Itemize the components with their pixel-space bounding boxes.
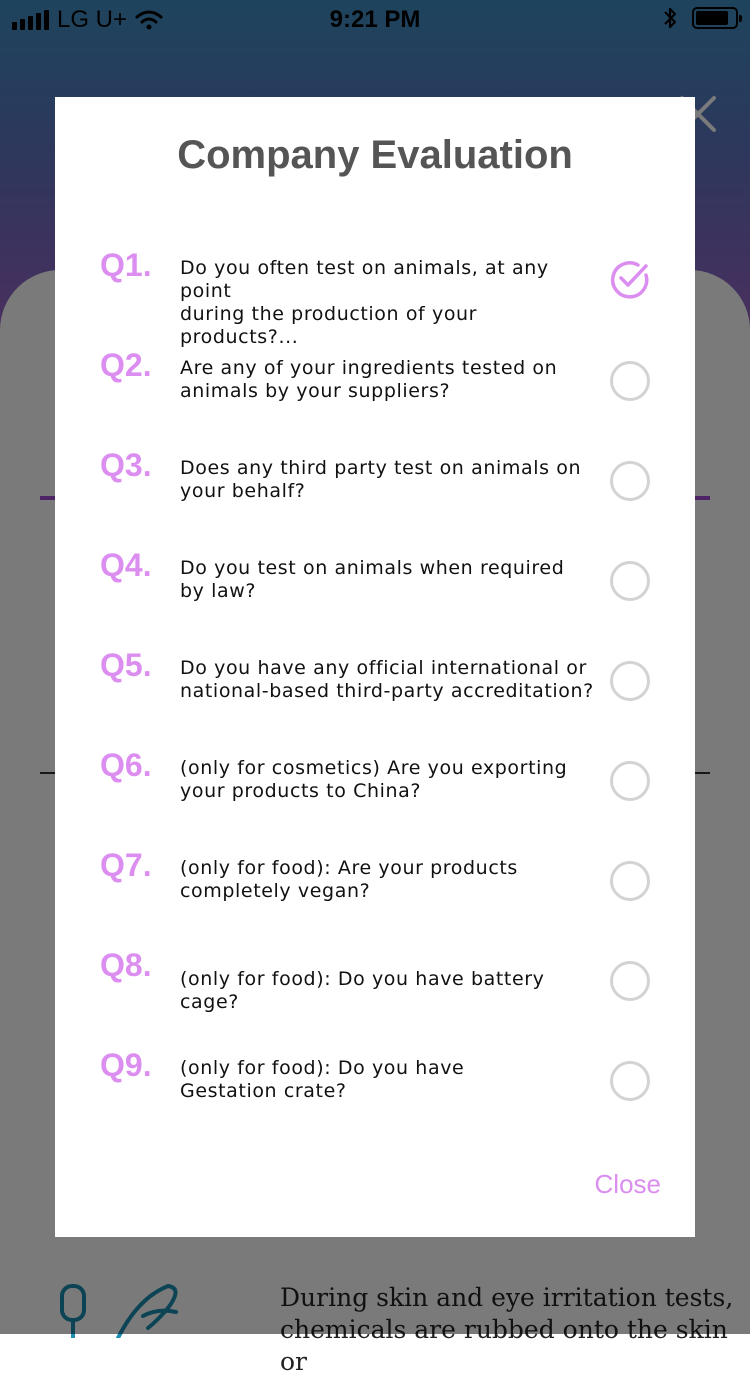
question-text: Are any of your ingredients tested on an… <box>180 357 558 402</box>
question-row[interactable]: Q9. (only for food): Do you have Gestatio… <box>55 1047 695 1137</box>
radio-circle-icon[interactable] <box>610 761 650 801</box>
question-number: Q6. <box>100 747 152 783</box>
check-circle-icon[interactable] <box>608 257 652 301</box>
question-text: Do you often test on animals, at any poi… <box>180 257 549 348</box>
radio-circle-icon[interactable] <box>610 661 650 701</box>
modal-title: Company Evaluation <box>177 133 573 177</box>
status-bar: LG U+ 9:21 PM <box>0 0 750 40</box>
question-row[interactable]: Q8. (only for food): Do you have battery … <box>55 947 695 1037</box>
close-button[interactable]: Close <box>595 1169 661 1200</box>
question-text: Do you have any official international o… <box>180 657 594 702</box>
radio-circle-icon[interactable] <box>610 561 650 601</box>
battery-level <box>696 11 729 25</box>
question-row[interactable]: Q7. (only for food): Are your products co… <box>55 847 695 937</box>
question-number: Q1. <box>100 247 152 283</box>
question-row[interactable]: Q2. Are any of your ingredients tested on… <box>55 347 695 437</box>
radio-circle-icon[interactable] <box>610 461 650 501</box>
question-row[interactable]: Q3. Does any third party test on animals … <box>55 447 695 537</box>
question-number: Q7. <box>100 847 152 883</box>
question-row[interactable]: Q4. Do you test on animals when required … <box>55 547 695 637</box>
question-text: Does any third party test on animals on … <box>180 457 582 502</box>
question-text: (only for cosmetics) Are you exporting y… <box>180 757 568 802</box>
question-number: Q8. <box>100 947 152 983</box>
bluetooth-icon <box>664 7 677 29</box>
radio-circle-icon[interactable] <box>610 1061 650 1101</box>
question-row[interactable]: Q1. Do you often test on animals, at any … <box>55 247 695 348</box>
question-number: Q5. <box>100 647 152 683</box>
question-text: (only for food): Do you have Gestation c… <box>180 1057 465 1102</box>
question-row[interactable]: Q6. (only for cosmetics) Are you exportin… <box>55 747 695 837</box>
question-row[interactable]: Q5. Do you have any official internationa… <box>55 647 695 737</box>
question-text: (only for food): Do you have battery cag… <box>180 968 545 1013</box>
evaluation-modal: Company Evaluation Q1. Do you often test … <box>55 97 695 1237</box>
radio-circle-icon[interactable] <box>610 961 650 1001</box>
question-text: Do you test on animals when required by … <box>180 557 565 602</box>
question-number: Q4. <box>100 547 152 583</box>
question-text: (only for food): Are your products compl… <box>180 857 518 902</box>
question-number: Q3. <box>100 447 152 483</box>
status-time: 9:21 PM <box>329 6 421 33</box>
battery-icon <box>692 7 742 29</box>
radio-circle-icon[interactable] <box>610 361 650 401</box>
radio-circle-icon[interactable] <box>610 861 650 901</box>
question-number: Q2. <box>100 347 152 383</box>
question-number: Q9. <box>100 1047 152 1083</box>
